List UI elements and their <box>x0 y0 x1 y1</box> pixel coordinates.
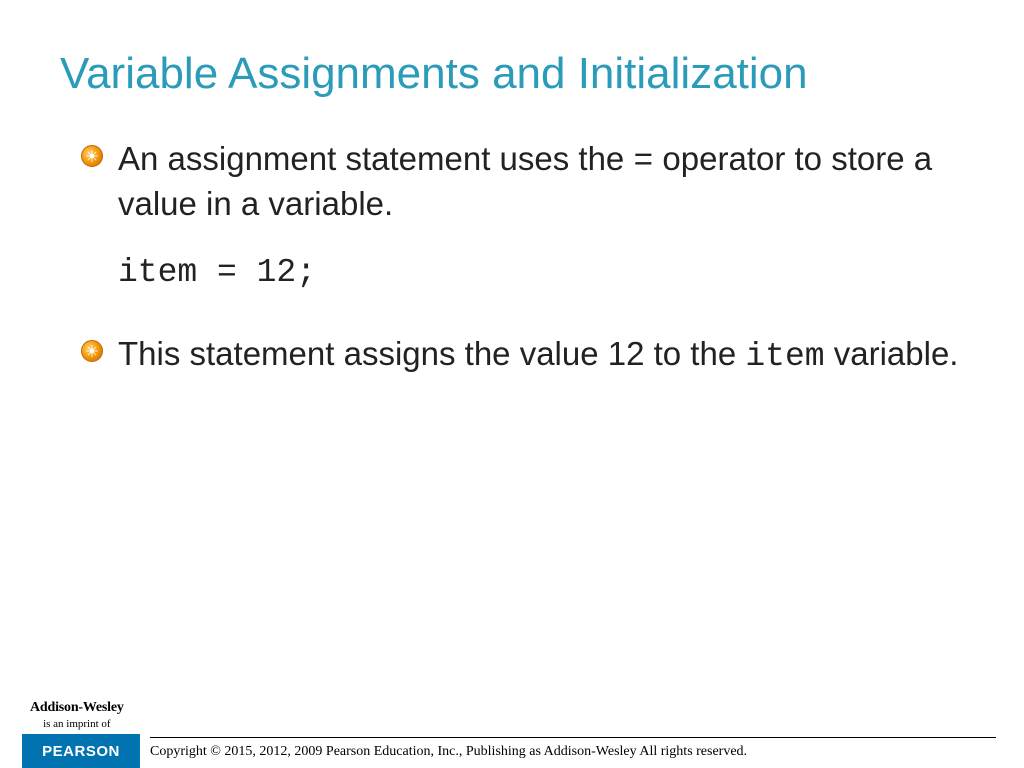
divider <box>150 737 996 738</box>
bullet-icon <box>80 144 104 168</box>
code-line: item = 12; <box>118 252 964 293</box>
text-run: variable. <box>825 335 959 372</box>
slide-title: Variable Assignments and Initialization <box>60 50 964 98</box>
imprint-name: Addison-Wesley <box>30 700 124 716</box>
inline-code: item <box>745 338 824 375</box>
bullet-text: This statement assigns the value 12 to t… <box>118 333 964 377</box>
slide-content: An assignment statement uses the = opera… <box>60 138 964 377</box>
slide: Variable Assignments and Initialization <box>0 0 1024 768</box>
bullet-text: An assignment statement uses the = opera… <box>118 138 964 293</box>
pearson-logo-text: PEARSON <box>42 743 120 760</box>
imprint-subtext: is an imprint of <box>30 718 124 730</box>
bullet-item: This statement assigns the value 12 to t… <box>88 333 964 377</box>
bullet-item: An assignment statement uses the = opera… <box>88 138 964 293</box>
imprint-block: Addison-Wesley is an imprint of <box>30 700 124 730</box>
pearson-logo: PEARSON <box>22 734 140 768</box>
text-run: This statement assigns the value 12 to t… <box>118 335 745 372</box>
inline-code: = <box>633 143 653 180</box>
bullet-icon <box>80 339 104 363</box>
slide-footer: Addison-Wesley is an imprint of PEARSON … <box>0 672 1024 768</box>
copyright-text: Copyright © 2015, 2012, 2009 Pearson Edu… <box>150 744 747 760</box>
text-run: An assignment statement uses the <box>118 140 633 177</box>
